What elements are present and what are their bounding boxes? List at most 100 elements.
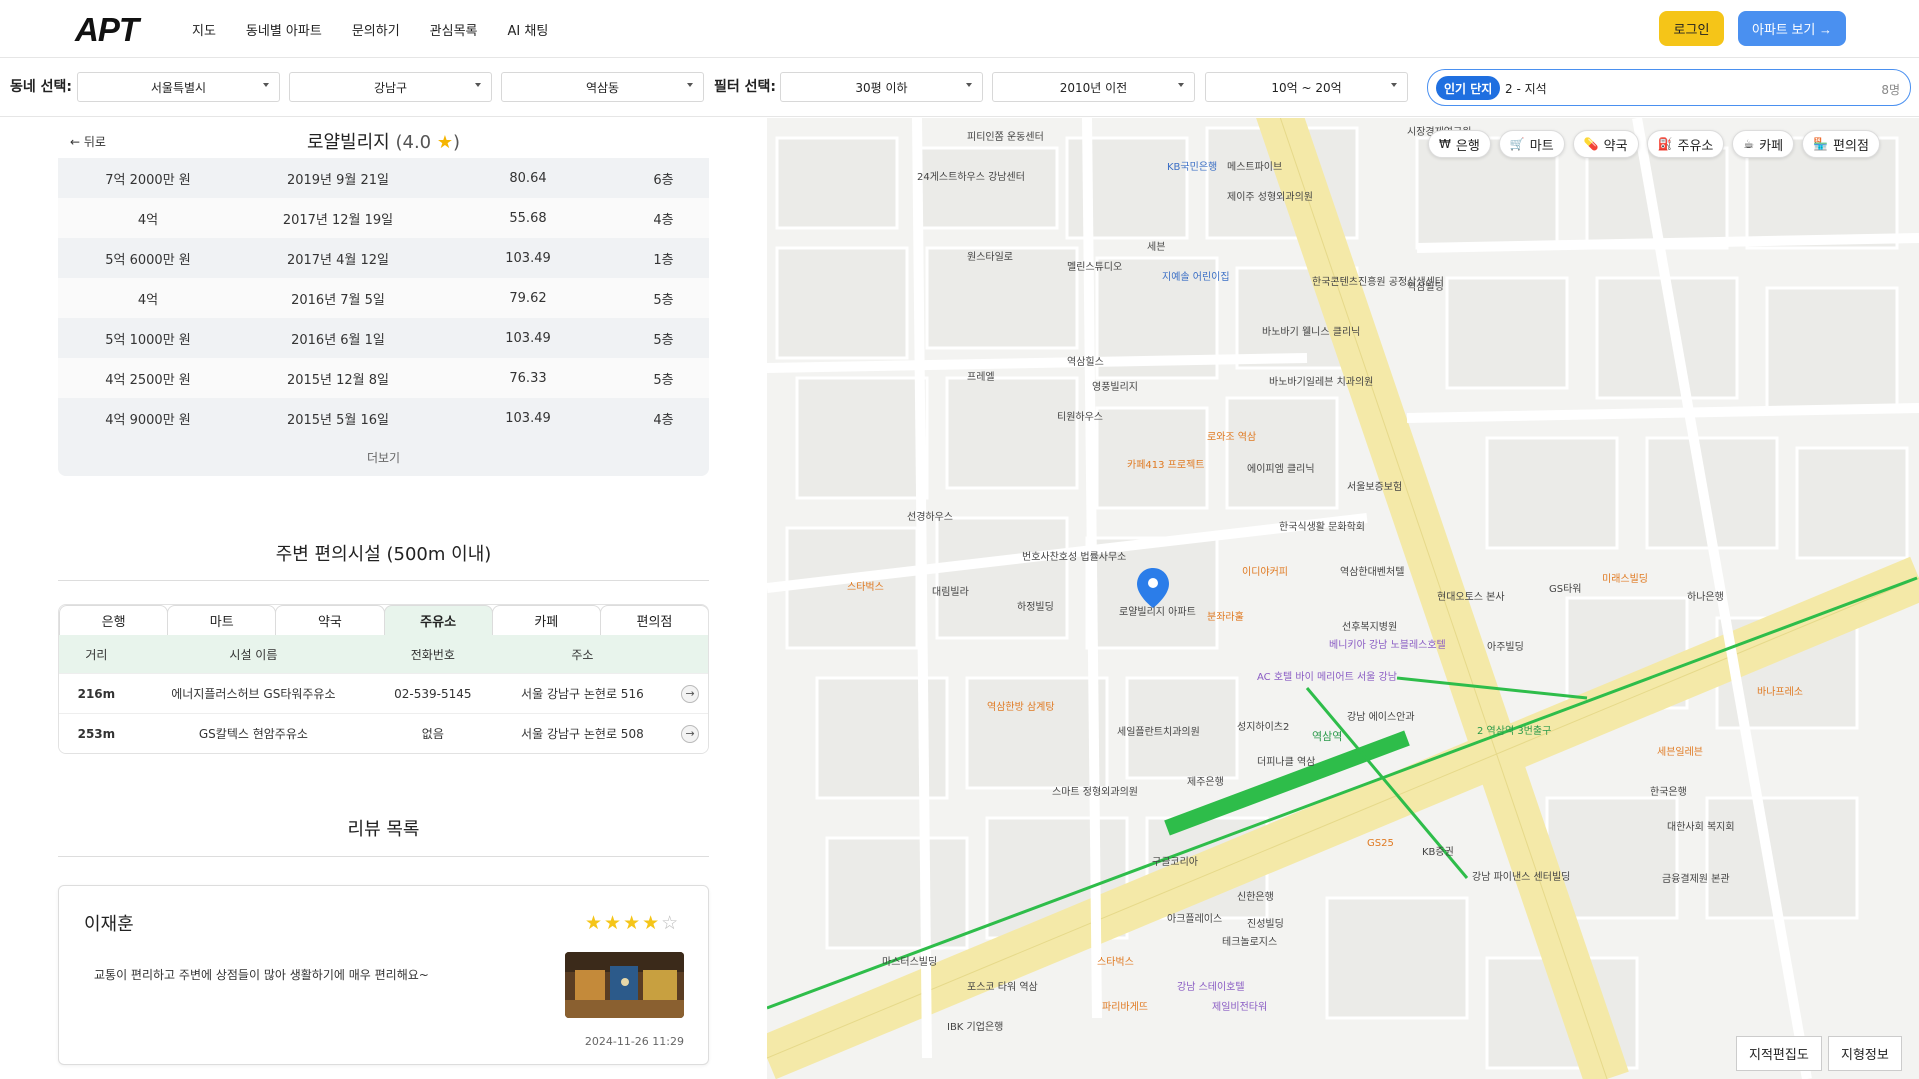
map-place-label[interactable]: 24게스트하우스 강남센터: [917, 168, 1025, 183]
chip-pharmacy[interactable]: 💊 약국: [1572, 130, 1639, 158]
map-place-label[interactable]: 역삼빌딩: [1407, 278, 1444, 293]
map-place-label[interactable]: 선후복지병원: [1342, 618, 1397, 633]
map-place-label[interactable]: 강남 파이낸스 센터빌딩: [1472, 868, 1570, 883]
year-select[interactable]: 2010년 이전: [992, 72, 1195, 102]
map-place-label[interactable]: 스마트 정형외과의원: [1052, 783, 1138, 798]
map-place-label[interactable]: 테크놀로지스: [1222, 933, 1277, 948]
map-place-label[interactable]: 멜린스튜디오: [1067, 258, 1122, 273]
map-place-label[interactable]: 번호사찬호성 법률사무소: [1022, 548, 1126, 563]
map-place-label[interactable]: 로와조 역삼: [1207, 428, 1256, 443]
map-place-label[interactable]: 신한은행: [1237, 888, 1274, 903]
login-button[interactable]: 로그인: [1659, 11, 1724, 46]
map-place-label[interactable]: 스타벅스: [847, 578, 884, 593]
map-place-label[interactable]: 하나은행: [1687, 588, 1724, 603]
map-place-label[interactable]: 파리바게뜨: [1102, 998, 1148, 1013]
cadastral-map-button[interactable]: 지적편집도: [1736, 1036, 1822, 1071]
tab-gas-station[interactable]: 주유소: [383, 605, 493, 635]
map-place-label[interactable]: 바나프레소: [1757, 683, 1803, 698]
more-button[interactable]: 더보기: [58, 438, 709, 476]
map-place-label[interactable]: 티원하우스: [1057, 408, 1103, 423]
map-place-label[interactable]: 현대오토스 본사: [1437, 588, 1505, 603]
map-place-label[interactable]: 한국은행: [1650, 783, 1687, 798]
map-place-label[interactable]: 에이피엠 클리닉: [1247, 460, 1315, 475]
chip-convenience-store[interactable]: 🏪 편의점: [1802, 130, 1880, 158]
view-apartments-button[interactable]: 아파트 보기 →: [1738, 11, 1846, 46]
nav-ai-chat[interactable]: AI 채팅: [508, 20, 549, 39]
map-place-label[interactable]: IBK 기업은행: [947, 1018, 1003, 1033]
map-place-label[interactable]: 하정빌딩: [1017, 598, 1054, 613]
size-select[interactable]: 30평 이하: [780, 72, 983, 102]
map-place-label[interactable]: 영풍빌리지: [1092, 378, 1138, 393]
map-place-label[interactable]: 강남 에이스안과: [1347, 708, 1415, 723]
map-place-label[interactable]: 역삼한대벤처텔: [1340, 563, 1404, 578]
nav-neighborhood-apartments[interactable]: 동네별 아파트: [246, 20, 322, 39]
map-place-label[interactable]: 선경하우스: [907, 508, 953, 523]
map-place-label[interactable]: KB국민은행: [1167, 158, 1217, 173]
map-place-label[interactable]: 미래스빌딩: [1602, 570, 1648, 585]
map-place-label[interactable]: 제주은행: [1187, 773, 1224, 788]
search-box[interactable]: 인기 단지 2 - 지석 8명: [1427, 69, 1911, 106]
map-place-label[interactable]: 원스타일로: [967, 248, 1013, 263]
map-place-label[interactable]: AC 호텔 바이 메리어트 서울 강남: [1257, 668, 1397, 683]
map-place-label[interactable]: GS타워: [1549, 580, 1582, 595]
map-place-label[interactable]: 아크플레이스: [1167, 910, 1222, 925]
map-view[interactable]: 로얄빌리지 아파트 역삼역 2 역삼역 3번출구 피티인쫌 운동센터 24게스트하…: [767, 118, 1919, 1079]
city-select[interactable]: 서울특별시: [77, 72, 280, 102]
map-place-label[interactable]: 대림빌라: [932, 583, 969, 598]
map-place-label[interactable]: 바노바기일레븐 치과의원: [1269, 373, 1373, 388]
map-place-label[interactable]: 제이주 성형외과의원: [1227, 188, 1313, 203]
map-place-label[interactable]: 프레엘: [967, 368, 995, 383]
map-place-label[interactable]: 한국식생활 문화학회: [1279, 518, 1365, 533]
back-link[interactable]: ← 뒤로: [70, 133, 106, 150]
chip-bank[interactable]: ₩ 은행: [1428, 130, 1491, 158]
facility-row[interactable]: 216m 에너지플러스허브 GS타워주유소 02-539-5145 서울 강남구…: [59, 673, 708, 713]
facility-row[interactable]: 253m GS칼텍스 현암주유소 없음 서울 강남구 논현로 508 →: [59, 713, 708, 753]
dong-select[interactable]: 역삼동: [501, 72, 704, 102]
district-select[interactable]: 강남구: [289, 72, 492, 102]
chip-cafe[interactable]: ☕ 카페: [1732, 130, 1795, 158]
review-photo[interactable]: [565, 952, 684, 1018]
map-place-label[interactable]: 세일플란트치과의원: [1117, 723, 1200, 738]
map-place-label[interactable]: 메스트파이브: [1227, 158, 1282, 173]
nav-favorites[interactable]: 관심목록: [430, 20, 478, 39]
arrow-right-icon[interactable]: →: [681, 724, 700, 743]
map-place-label[interactable]: 역삼한방 삼계탕: [987, 698, 1055, 713]
tab-cafe[interactable]: 카페: [491, 605, 601, 635]
tab-bank[interactable]: 은행: [59, 605, 169, 635]
map-place-label[interactable]: 세븐일레븐: [1657, 743, 1703, 758]
terrain-info-button[interactable]: 지형정보: [1828, 1036, 1902, 1071]
map-place-label[interactable]: 세븐: [1147, 238, 1165, 253]
map-place-label[interactable]: KB증권: [1422, 843, 1454, 858]
tab-mart[interactable]: 마트: [167, 605, 277, 635]
popular-complex-badge[interactable]: 인기 단지: [1436, 76, 1501, 100]
map-place-label[interactable]: 서울보증보험: [1347, 478, 1402, 493]
map-place-label[interactable]: 제일비전타워: [1212, 998, 1267, 1013]
map-place-label[interactable]: 강남 스테이호텔: [1177, 978, 1245, 993]
chip-gas-station[interactable]: ⛽ 주유소: [1646, 130, 1725, 158]
app-logo[interactable]: APT: [75, 11, 139, 49]
map-place-label[interactable]: 대한사회 복지회: [1667, 818, 1735, 833]
map-canvas[interactable]: [767, 118, 1919, 1079]
map-place-label[interactable]: 이디야커피: [1242, 563, 1288, 578]
map-place-label[interactable]: 카페413 프로젝트: [1127, 456, 1204, 471]
map-place-label[interactable]: 지예솔 어린이집: [1162, 268, 1230, 283]
tab-convenience-store[interactable]: 편의점: [599, 605, 708, 635]
map-place-label[interactable]: 아주빌딩: [1487, 638, 1524, 653]
map-place-label[interactable]: 금융결제원 본관: [1662, 870, 1730, 885]
map-place-label[interactable]: 진성빌딩: [1247, 915, 1284, 930]
tab-pharmacy[interactable]: 약국: [275, 605, 385, 635]
map-place-label[interactable]: 마스터스빌딩: [882, 953, 937, 968]
nav-map[interactable]: 지도: [192, 20, 216, 39]
arrow-right-icon[interactable]: →: [681, 684, 700, 703]
chip-mart[interactable]: 🛒 마트: [1498, 130, 1565, 158]
nav-contact[interactable]: 문의하기: [352, 20, 400, 39]
map-place-label[interactable]: 성지하이츠2: [1237, 718, 1289, 733]
map-place-label[interactable]: 구글코리아: [1152, 853, 1198, 868]
map-place-label[interactable]: 포스코 타워 역삼: [967, 978, 1038, 993]
map-place-label[interactable]: 분좌라훌: [1207, 608, 1244, 623]
map-place-label[interactable]: 더피나클 역삼: [1257, 753, 1315, 768]
map-place-label[interactable]: 베니키아 강남 노블레스호텔: [1329, 636, 1446, 651]
map-place-label[interactable]: 피티인쫌 운동센터: [967, 128, 1044, 143]
map-place-label[interactable]: 바노바기 웰니스 클리닉: [1262, 323, 1360, 338]
price-select[interactable]: 10억 ~ 20억: [1205, 72, 1408, 102]
